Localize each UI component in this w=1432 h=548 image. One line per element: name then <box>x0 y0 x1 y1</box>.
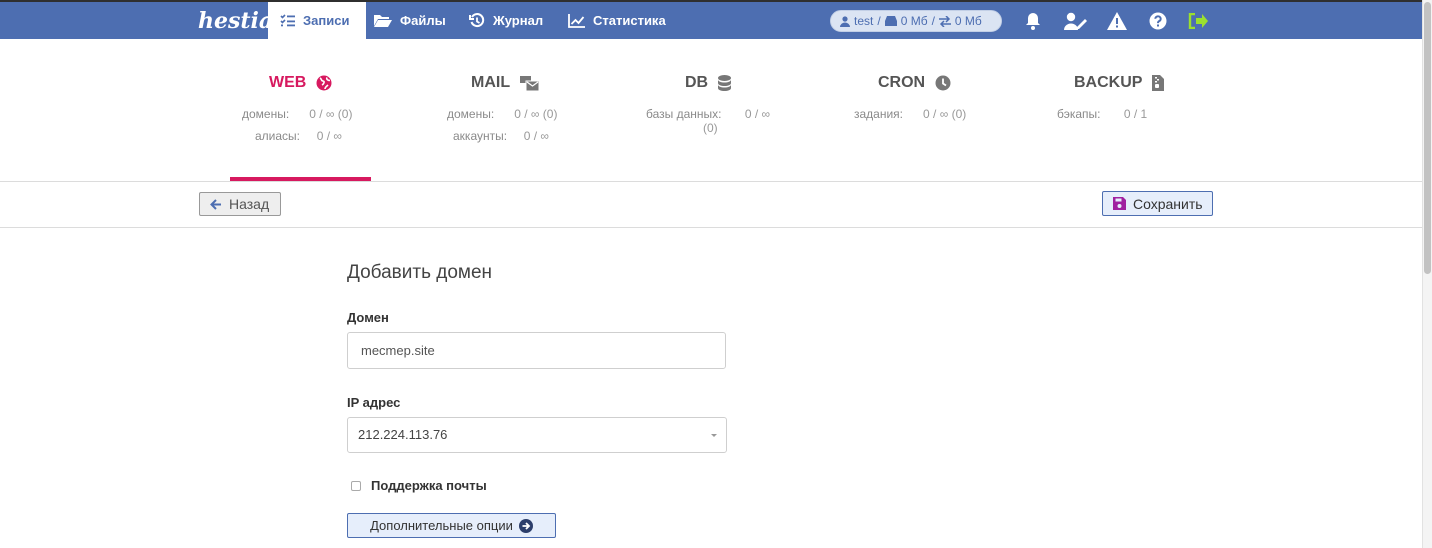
stats-panel: WEB домены: 0 / ∞ (0) алиасы: 0 / ∞ MAIL… <box>0 39 1422 182</box>
stat-tab-backup[interactable]: BACKUP бэкапы: 0 / 1 <box>1045 39 1205 182</box>
page-title: Добавить домен <box>347 262 493 283</box>
clock-icon <box>935 75 951 91</box>
stat-value: 0 / ∞ <box>744 107 771 121</box>
stat-backup-title: BACKUP <box>1074 74 1143 91</box>
stat-label: домены: <box>447 107 495 121</box>
save-button-label: Сохранить <box>1133 195 1203 212</box>
stat-value: (0) <box>703 121 718 135</box>
stat-value: 0 / ∞ (0) <box>514 107 558 121</box>
stat-db-row1: базы данных: 0 / ∞ <box>646 107 770 121</box>
domain-input[interactable]: mecmep.site <box>347 332 726 369</box>
floppy-disk-icon <box>1113 197 1126 210</box>
domain-label: Домен <box>347 310 389 325</box>
list-check-icon <box>280 14 295 27</box>
users-edit-button[interactable] <box>1063 11 1087 31</box>
action-toolbar: Назад Сохранить <box>0 182 1422 228</box>
advanced-options-button[interactable]: Дополнительные опции <box>347 513 556 538</box>
stat-title-cron: CRON <box>878 74 951 92</box>
file-archive-icon <box>1152 75 1165 91</box>
stat-label: домены: <box>242 107 290 121</box>
ip-address-select[interactable]: 212.224.113.76 <box>347 417 727 453</box>
back-button-label: Назад <box>229 196 270 212</box>
nav-tab-files-label: Файлы <box>400 13 446 28</box>
stat-web-row1: домены: 0 / ∞ (0) <box>242 107 352 121</box>
save-button[interactable]: Сохранить <box>1102 191 1213 216</box>
question-circle-icon <box>1149 12 1167 30</box>
globe-icon <box>316 75 332 91</box>
separator: / <box>931 14 935 28</box>
history-icon <box>469 12 485 27</box>
warning-triangle-icon <box>1107 12 1127 30</box>
folder-open-icon <box>374 15 392 27</box>
notifications-button[interactable] <box>1023 11 1043 31</box>
stat-cron-row1: задания: 0 / ∞ (0) <box>854 107 966 121</box>
stat-tab-mail[interactable]: MAIL домены: 0 / ∞ (0) аккаунты: 0 / ∞ <box>430 39 590 182</box>
stat-title-web: WEB <box>269 74 332 92</box>
stat-web-row2: алиасы: 0 / ∞ <box>255 129 342 143</box>
ip-address-value: 212.224.113.76 <box>358 427 448 442</box>
stat-tab-web[interactable]: WEB домены: 0 / ∞ (0) алиасы: 0 / ∞ <box>230 39 371 182</box>
back-button[interactable]: Назад <box>199 192 281 216</box>
bandwidth-usage: 0 Мб <box>954 14 982 28</box>
user-edit-icon <box>1063 12 1087 30</box>
stat-mail-title: MAIL <box>471 74 511 91</box>
ip-address-label: IP адрес <box>347 395 401 410</box>
stat-label: задания: <box>854 107 904 121</box>
nav-tab-stats-label: Статистика <box>593 13 666 28</box>
user-icon <box>840 15 850 27</box>
server-alerts-button[interactable] <box>1107 11 1127 31</box>
mail-support-checkbox[interactable] <box>351 481 361 491</box>
nav-tab-stats[interactable]: Статистика <box>568 2 666 39</box>
stat-value: 0 / ∞ <box>523 129 549 143</box>
stat-value: 0 / ∞ (0) <box>923 107 967 121</box>
stat-mail-row1: домены: 0 / ∞ (0) <box>447 107 557 121</box>
stat-value: 0 / ∞ <box>316 129 342 143</box>
stat-label: аккаунты: <box>453 129 508 143</box>
page-scrollbar-thumb[interactable] <box>1424 2 1431 274</box>
top-navbar: hestia Записи Файлы Журнал Статистика te… <box>0 0 1422 39</box>
nav-tab-records-label: Записи <box>303 13 350 28</box>
mail-bulk-icon <box>520 75 540 91</box>
arrow-circle-right-icon <box>518 518 533 533</box>
stat-backup-row1: бэкапы: 0 / 1 <box>1057 107 1147 121</box>
stat-title-backup: BACKUP <box>1074 74 1165 92</box>
exchange-icon <box>938 15 951 27</box>
stat-tab-db[interactable]: DB базы данных: 0 / ∞ (0) <box>630 39 790 182</box>
nav-tab-files[interactable]: Файлы <box>374 2 446 39</box>
stat-web-title: WEB <box>269 74 307 91</box>
stat-title-db: DB <box>685 74 732 92</box>
nav-tab-log[interactable]: Журнал <box>469 2 543 39</box>
caret-down-icon <box>711 434 717 437</box>
stat-tab-cron[interactable]: CRON задания: 0 / ∞ (0) <box>838 39 998 182</box>
database-icon <box>718 75 732 91</box>
stat-mail-row2: аккаунты: 0 / ∞ <box>453 129 549 143</box>
hard-drive-icon <box>884 16 897 26</box>
logout-button[interactable] <box>1188 11 1208 31</box>
stat-cron-title: CRON <box>878 74 926 91</box>
separator: / <box>877 14 881 28</box>
stat-db-title: DB <box>685 74 709 91</box>
stat-label: базы данных: <box>646 107 722 121</box>
stat-db-row1-extra: (0) <box>703 121 718 135</box>
help-button[interactable] <box>1148 11 1168 31</box>
username: test <box>854 14 874 28</box>
arrow-left-icon <box>210 198 221 210</box>
bell-icon <box>1026 13 1040 30</box>
stat-value: 0 / ∞ (0) <box>309 107 353 121</box>
nav-tab-records[interactable]: Записи <box>268 2 366 39</box>
nav-tab-log-label: Журнал <box>493 13 544 28</box>
user-summary-pill[interactable]: test / 0 Мб / 0 Мб <box>830 10 1002 32</box>
sign-out-icon <box>1188 13 1208 29</box>
active-tab-underline <box>230 177 371 181</box>
advanced-options-label: Дополнительные опции <box>370 518 513 533</box>
stat-title-mail: MAIL <box>471 74 540 92</box>
stat-label: бэкапы: <box>1057 107 1101 121</box>
chart-line-icon <box>568 13 585 28</box>
stat-label: алиасы: <box>255 129 301 143</box>
hestia-logo[interactable]: hestia <box>198 4 273 40</box>
stat-value: 0 / 1 <box>1123 107 1148 121</box>
disk-usage: 0 Мб <box>900 14 928 28</box>
mail-support-label[interactable]: Поддержка почты <box>371 478 487 493</box>
